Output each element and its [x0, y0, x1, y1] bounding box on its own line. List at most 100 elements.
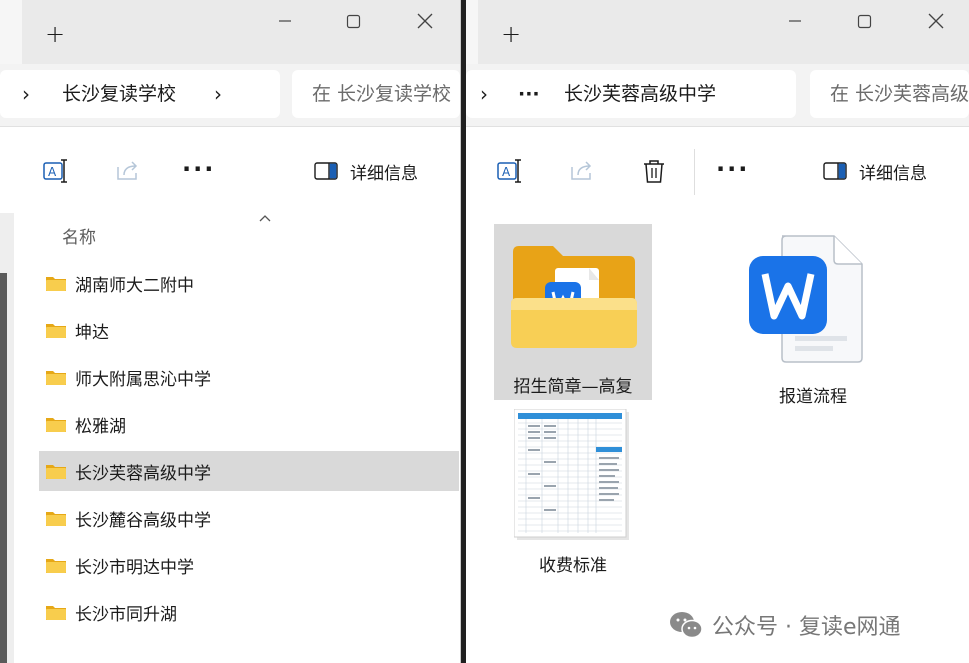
minimize-button[interactable] [270, 10, 300, 34]
maximize-icon [346, 14, 361, 29]
file-tile-selected[interactable]: 招生简章—高复 [494, 224, 652, 400]
list-item-label: 长沙芙蓉高级中学 [75, 463, 211, 484]
address-bar[interactable]: › 长沙复读学校 › [0, 70, 280, 118]
explorer-window-right: + › ··· 长沙芙蓉高级中学 在 长沙芙蓉高级 A ··· 详细信息 招生简… [466, 0, 969, 663]
list-item-label: 松雅湖 [75, 416, 126, 437]
new-tab-button[interactable]: + [40, 20, 70, 50]
details-button[interactable]: 详细信息 [823, 155, 927, 187]
share-icon [117, 161, 138, 180]
rename-icon: A [497, 159, 521, 183]
more-icon: ··· [182, 155, 216, 183]
address-bar[interactable]: › ··· 长沙芙蓉高级中学 [466, 70, 796, 118]
list-item-label: 长沙市同升湖 [75, 604, 177, 625]
file-tile[interactable]: 收费标准 [494, 403, 652, 576]
list-item[interactable]: 长沙市同升湖 [39, 592, 459, 632]
breadcrumb-item[interactable]: 长沙复读学校 [62, 70, 176, 118]
delete-button[interactable] [638, 155, 670, 187]
title-bar: + [0, 0, 460, 64]
breadcrumb-item[interactable]: 长沙芙蓉高级中学 [564, 70, 716, 118]
navigation-pane [0, 213, 14, 663]
folder-icon [46, 465, 66, 479]
list-item-label: 师大附属思沁中学 [75, 369, 211, 390]
details-label: 详细信息 [350, 163, 418, 184]
file-tile-label: 招生简章—高复 [513, 377, 633, 397]
watermark-text: 公众号 · 复读e网通 [712, 615, 901, 640]
wps-document-icon [749, 235, 863, 363]
divider [694, 149, 695, 195]
folder-icon [46, 418, 66, 432]
svg-text:A: A [48, 165, 57, 179]
chevron-right-icon[interactable]: › [480, 70, 488, 118]
list-item-label: 湖南师大二附中 [75, 275, 194, 296]
more-button[interactable]: ··· [182, 153, 215, 185]
file-tile-label: 收费标准 [539, 556, 607, 576]
share-button[interactable] [566, 155, 598, 187]
new-tab-button[interactable]: + [496, 20, 526, 50]
rename-button[interactable]: A [494, 155, 526, 187]
spreadsheet-thumbnail-icon [514, 409, 629, 540]
tab[interactable] [0, 0, 22, 64]
breadcrumb-overflow[interactable]: ··· [518, 70, 540, 118]
watermark: 公众号 · 复读e网通 [668, 608, 901, 642]
sort-ascending-icon[interactable] [258, 213, 272, 223]
file-tile[interactable]: 报道流程 [734, 224, 892, 407]
maximize-icon [857, 14, 872, 29]
command-bar: A ··· 详细信息 [466, 127, 969, 214]
trash-icon [644, 160, 664, 183]
list-item[interactable]: 长沙麓谷高级中学 [39, 498, 459, 538]
maximize-button[interactable] [339, 10, 369, 34]
close-icon [417, 13, 433, 29]
rename-icon: A [43, 159, 67, 183]
list-item[interactable]: 湖南师大二附中 [39, 263, 459, 303]
file-icon-view: 招生简章—高复 报道流程 收费标准 [466, 213, 969, 663]
list-item[interactable]: 师大附属思沁中学 [39, 357, 459, 397]
plus-icon: + [44, 20, 66, 48]
search-box[interactable]: 在 长沙复读学校 [292, 70, 460, 118]
details-label: 详细信息 [859, 163, 927, 184]
search-placeholder: 在 长沙复读学校 [312, 83, 452, 105]
folder-icon [46, 606, 66, 620]
share-icon [571, 161, 592, 180]
tab[interactable] [466, 0, 478, 64]
minimize-icon [789, 20, 801, 22]
folder-icon [46, 559, 66, 573]
share-button[interactable] [112, 155, 144, 187]
list-item[interactable]: 坤达 [39, 310, 459, 350]
scrollbar[interactable] [0, 273, 7, 663]
command-bar: A ··· 详细信息 [0, 127, 460, 214]
minimize-icon [279, 20, 291, 22]
wechat-icon [670, 612, 703, 639]
close-button[interactable] [921, 10, 951, 34]
title-bar: + [466, 0, 969, 64]
svg-text:A: A [502, 165, 511, 179]
file-list: 名称 湖南师大二附中 坤达 师大附属思沁中学 松雅湖 长沙芙蓉高级中学 长沙麓谷… [0, 213, 460, 663]
explorer-window-left: + › 长沙复读学校 › 在 长沙复读学校 A ··· 详细信息 名称 湖南师大… [0, 0, 461, 663]
address-row: › ··· 长沙芙蓉高级中学 在 长沙芙蓉高级 [466, 64, 969, 127]
rename-button[interactable]: A [40, 155, 72, 187]
maximize-button[interactable] [850, 10, 880, 34]
list-item-label: 长沙麓谷高级中学 [75, 510, 211, 531]
folder-icon [511, 246, 637, 348]
more-icon: ··· [716, 155, 750, 183]
column-header-name[interactable]: 名称 [62, 223, 96, 248]
details-pane-icon [823, 162, 847, 180]
minimize-button[interactable] [780, 10, 810, 34]
close-button[interactable] [410, 10, 440, 34]
folder-icon [46, 512, 66, 526]
plus-icon: + [500, 20, 522, 48]
close-icon [928, 13, 944, 29]
list-item[interactable]: 松雅湖 [39, 404, 459, 444]
folder-icon [46, 277, 66, 291]
list-item-selected[interactable]: 长沙芙蓉高级中学 [39, 451, 459, 491]
chevron-right-icon[interactable]: › [214, 70, 222, 118]
chevron-right-icon[interactable]: › [22, 70, 30, 118]
list-item[interactable]: 长沙市明达中学 [39, 545, 459, 585]
folder-icon [46, 324, 66, 338]
list-item-label: 坤达 [75, 322, 109, 343]
list-item-label: 长沙市明达中学 [75, 557, 194, 578]
details-button[interactable]: 详细信息 [314, 155, 418, 187]
file-tile-label: 报道流程 [779, 387, 847, 407]
more-button[interactable]: ··· [716, 153, 749, 185]
folder-icon [46, 371, 66, 385]
search-box[interactable]: 在 长沙芙蓉高级 [810, 70, 969, 118]
